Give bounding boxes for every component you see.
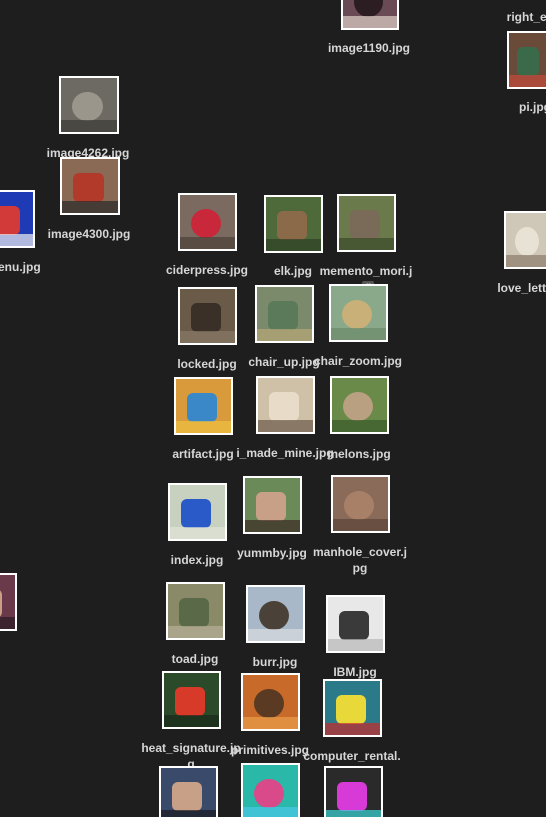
file-label[interactable]: right_ey <box>480 9 546 25</box>
file-label[interactable]: IBM.jpg <box>305 664 405 680</box>
thumbnail-image[interactable] <box>166 582 225 640</box>
thumbnail-image[interactable] <box>178 287 237 345</box>
thumbnail-image[interactable] <box>178 193 237 251</box>
thumbnail-image[interactable] <box>241 673 300 731</box>
thumbnail-image[interactable] <box>162 671 221 729</box>
thumbnail-image[interactable] <box>0 190 35 248</box>
thumbnail-image[interactable] <box>255 285 314 343</box>
file-label[interactable]: image4300.jpg <box>39 226 139 242</box>
thumbnail-image[interactable] <box>330 376 389 434</box>
file-label[interactable]: pi.jpg <box>485 99 546 115</box>
thumbnail-image[interactable] <box>331 475 390 533</box>
thumbnail-image[interactable] <box>507 31 546 89</box>
file-label[interactable]: manhole_cover.jpg <box>310 544 410 576</box>
thumbnail-image[interactable] <box>326 595 385 653</box>
file-label[interactable]: image1190.jpg <box>319 40 419 56</box>
thumbnail-image[interactable] <box>323 679 382 737</box>
thumbnail-image[interactable] <box>256 376 315 434</box>
thumbnail-image[interactable] <box>59 76 119 134</box>
file-label[interactable]: chair_zoom.jpg <box>308 353 408 369</box>
file-label[interactable]: love_lette <box>475 280 546 296</box>
thumbnail-image[interactable] <box>60 157 120 215</box>
thumbnail-image[interactable] <box>241 763 300 817</box>
file-label[interactable]: menu.jpg <box>0 259 64 275</box>
thumbnail-image[interactable] <box>337 194 396 252</box>
thumbnail-image[interactable] <box>504 211 546 269</box>
thumbnail-image[interactable] <box>329 284 388 342</box>
file-label[interactable]: yummby.jpg <box>222 545 322 561</box>
thumbnail-image[interactable] <box>159 766 218 817</box>
thumbnail-image[interactable] <box>264 195 323 253</box>
thumbnail-image[interactable] <box>174 377 233 435</box>
file-label[interactable]: ciderpress.jpg <box>157 262 257 278</box>
thumbnail-image[interactable] <box>243 476 302 534</box>
desktop: image1190.jpgright_eypi.jpgimage4262.jpg… <box>0 0 546 817</box>
file-label[interactable]: melons.jpg <box>309 446 409 462</box>
thumbnail-image[interactable] <box>341 0 399 30</box>
thumbnail-image[interactable] <box>246 585 305 643</box>
thumbnail-image[interactable] <box>0 573 17 631</box>
thumbnail-image[interactable] <box>324 766 383 817</box>
file-label[interactable]: pg <box>0 642 40 658</box>
thumbnail-image[interactable] <box>168 483 227 541</box>
